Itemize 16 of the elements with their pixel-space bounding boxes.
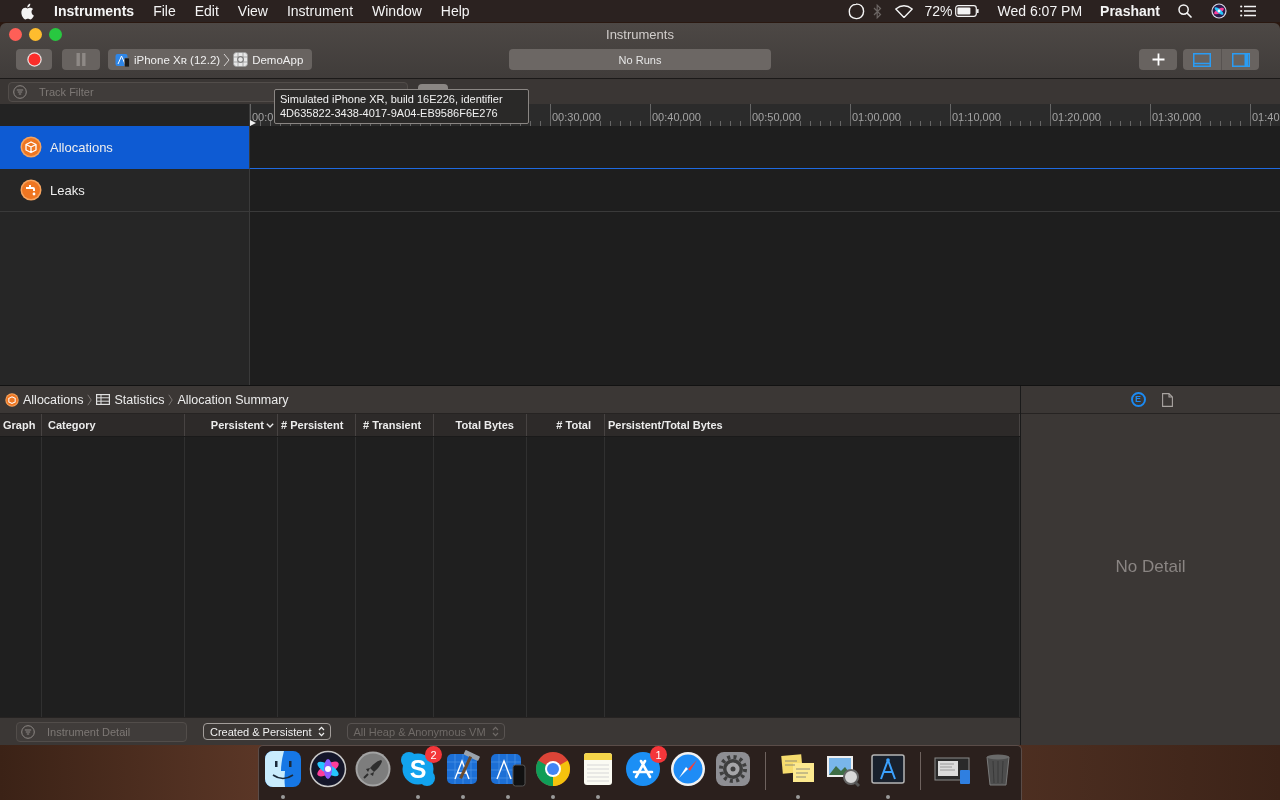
time-label: 00:30.000: [552, 111, 601, 123]
time-label: 01:40: [1252, 111, 1280, 123]
empty-detail-message: No Detail: [1115, 556, 1186, 577]
time-label: 01:00.000: [852, 111, 901, 123]
time-label: 00:40.000: [652, 111, 701, 123]
notification-badge: 1: [650, 746, 667, 763]
window-title: Instruments: [606, 26, 674, 42]
notification-badge: 2: [425, 746, 442, 763]
run-status-display: No Runs: [509, 49, 771, 70]
time-label: 01:30.000: [1152, 111, 1201, 123]
time-label: 00:0: [252, 111, 274, 123]
time-label: 01:20.000: [1052, 111, 1101, 123]
tooltip: Simulated iPhone XR, build 16E226, identifier 4D635822-3438-4017-9A04-EB9586F6E276: [274, 89, 529, 124]
time-label: 00:50.000: [752, 111, 801, 123]
time-label: 01:10.000: [952, 111, 1001, 123]
battery-percentage: 72%: [924, 2, 953, 20]
